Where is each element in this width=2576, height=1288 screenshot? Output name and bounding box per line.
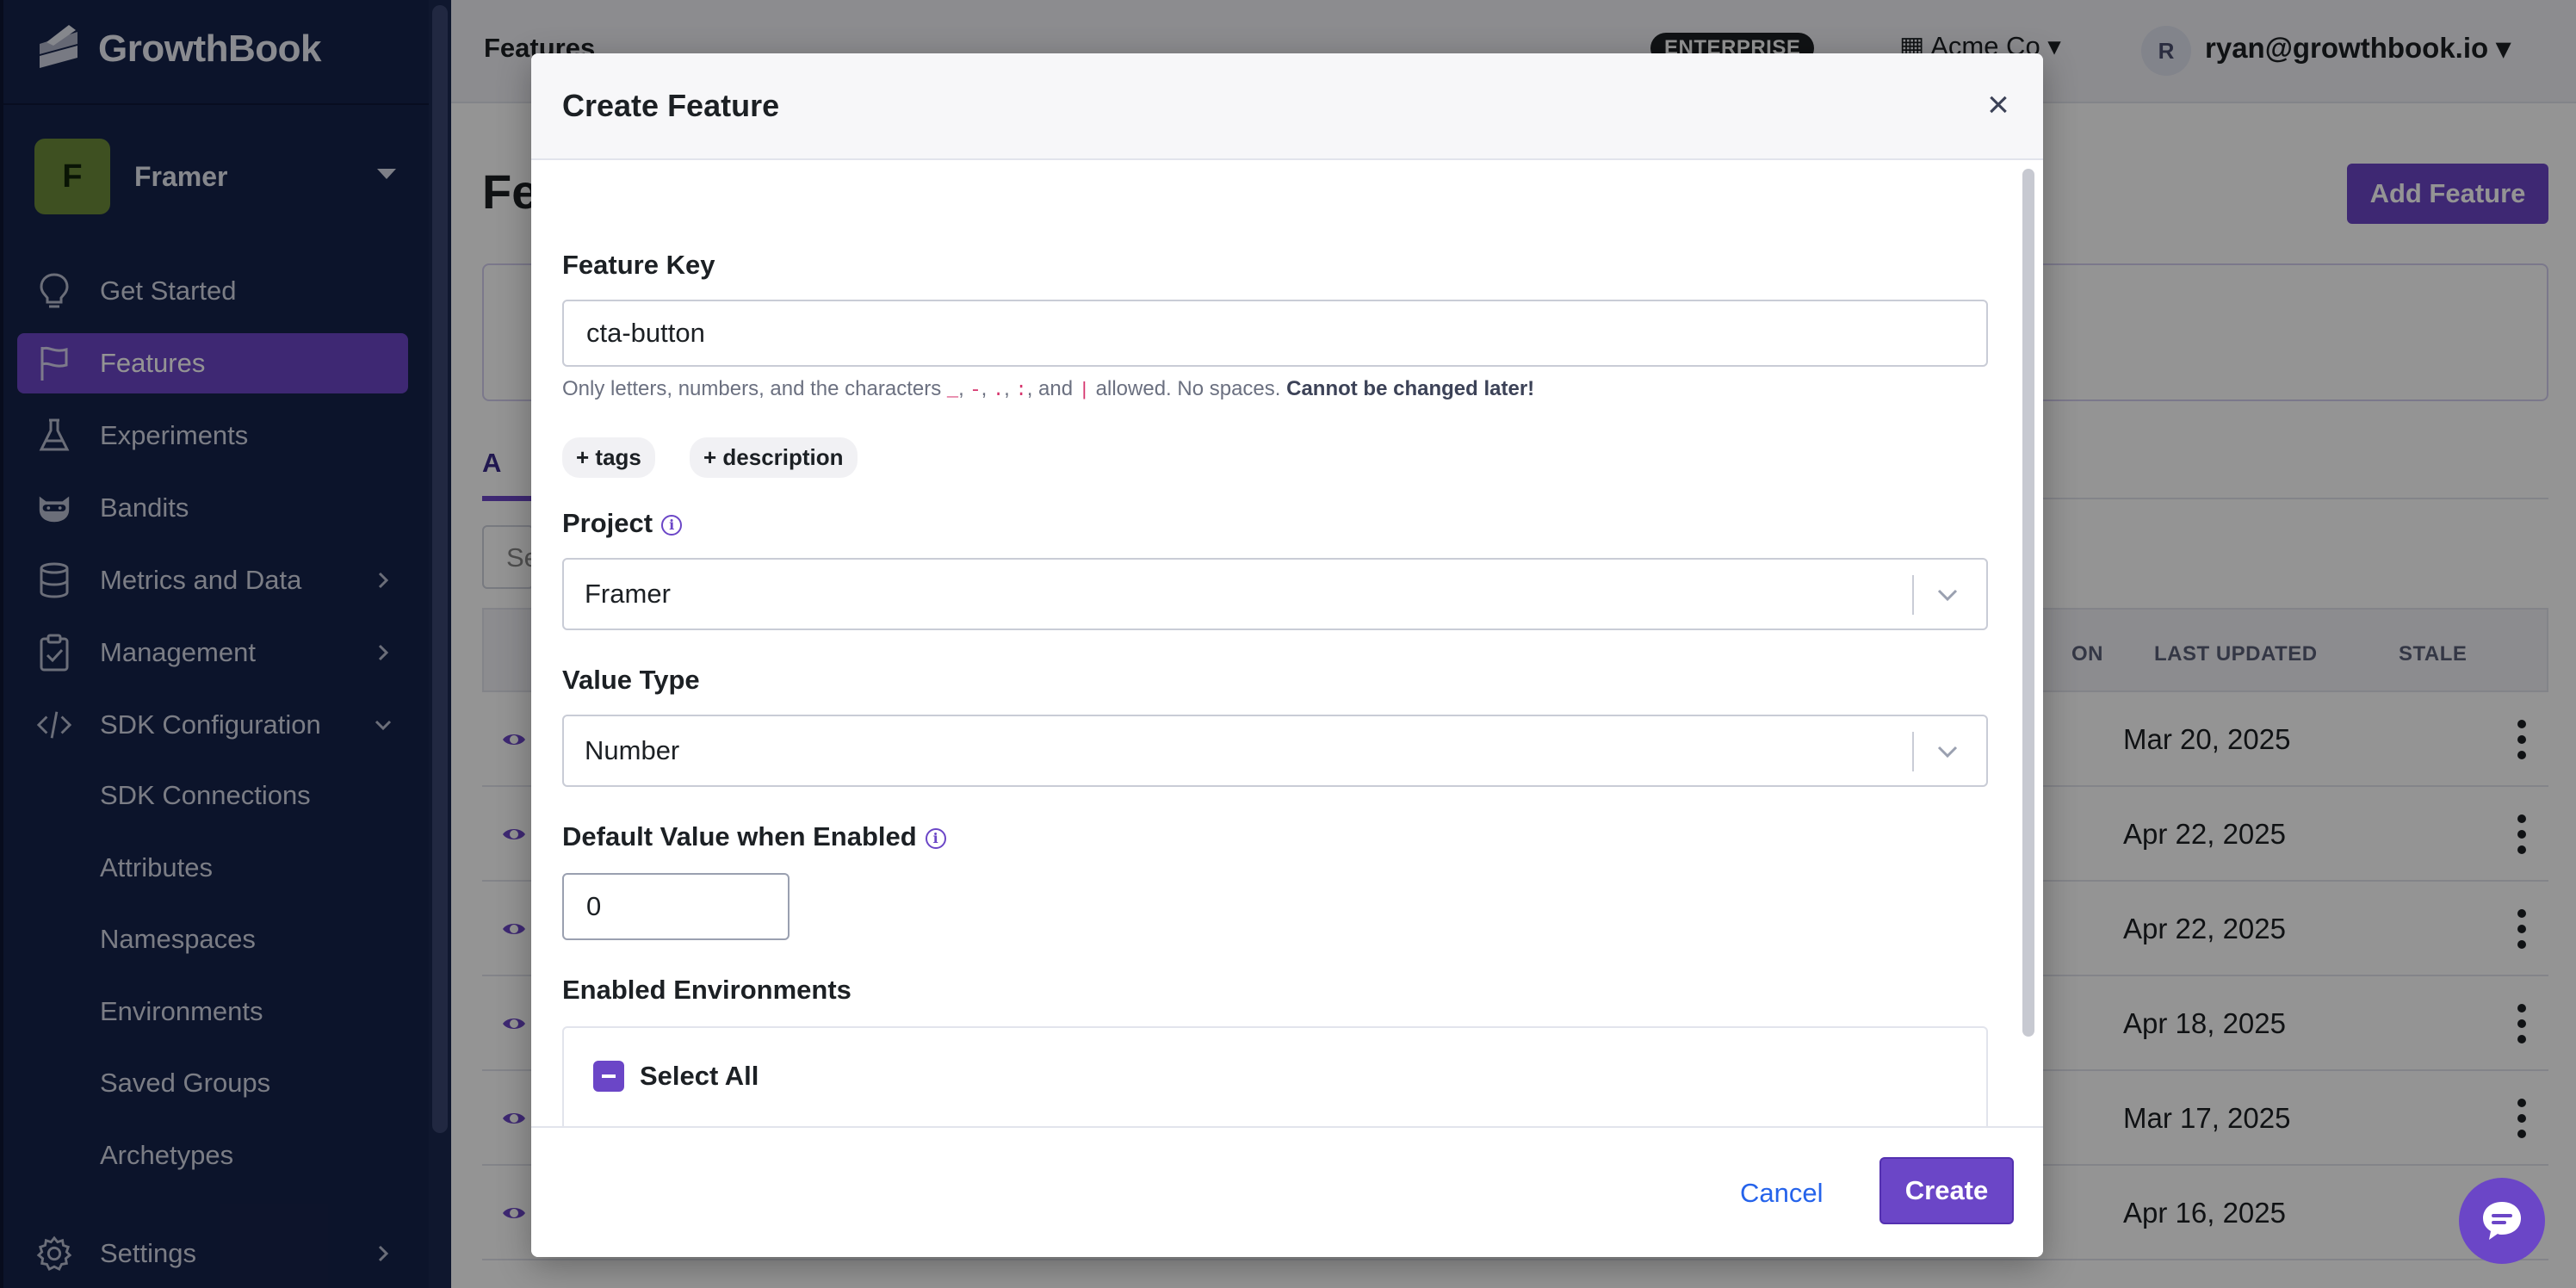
help-and-word: , and: [1026, 377, 1074, 400]
add-tags-link[interactable]: + tags: [562, 437, 655, 478]
help-text-suffix: allowed. No spaces.: [1095, 377, 1281, 400]
project-select[interactable]: Framer: [562, 558, 1988, 630]
project-label: Project i: [562, 508, 683, 539]
allowed-char: :: [1015, 380, 1027, 401]
default-value-input[interactable]: 0: [562, 873, 790, 940]
select-separator: [1912, 732, 1914, 771]
chevron-down-icon: [1937, 589, 1958, 602]
create-button[interactable]: Create: [1879, 1157, 2014, 1224]
info-icon[interactable]: i: [925, 827, 946, 849]
help-text-warning: Cannot be changed later!: [1286, 377, 1535, 400]
value-type-select-value: Number: [585, 735, 680, 765]
allowed-char: -: [969, 380, 981, 401]
enabled-environments-label: Enabled Environments: [562, 975, 851, 1005]
help-text-prefix: Only letters, numbers, and the character…: [562, 377, 942, 400]
select-all-checkbox[interactable]: [593, 1061, 624, 1092]
add-description-link[interactable]: + description: [690, 437, 858, 478]
cancel-button[interactable]: Cancel: [1740, 1178, 1824, 1209]
allowed-char: .: [992, 380, 1005, 401]
create-feature-modal: Create Feature × Feature Key cta-button …: [531, 53, 2043, 1257]
modal-scrollbar[interactable]: [2022, 169, 2034, 1037]
project-label-text: Project: [562, 508, 653, 538]
value-type-select[interactable]: Number: [562, 715, 1988, 787]
default-value-label: Default Value when Enabled i: [562, 821, 946, 852]
info-icon[interactable]: i: [661, 514, 683, 536]
feature-key-input[interactable]: cta-button: [562, 300, 1988, 367]
project-select-value: Framer: [585, 579, 671, 609]
chat-icon: [2483, 1202, 2521, 1240]
allowed-char: |: [1078, 380, 1090, 401]
select-separator: [1912, 575, 1914, 615]
value-type-label: Value Type: [562, 665, 700, 695]
close-icon[interactable]: ×: [1981, 86, 2016, 124]
modal-header: Create Feature ×: [531, 53, 2043, 160]
modal-body: Feature Key cta-button Only letters, num…: [531, 162, 2043, 1180]
chat-support-button[interactable]: [2459, 1178, 2545, 1264]
default-value-label-text: Default Value when Enabled: [562, 821, 917, 851]
chevron-down-icon: [1937, 746, 1958, 759]
feature-key-label: Feature Key: [562, 250, 715, 280]
allowed-char: _: [946, 380, 959, 401]
feature-key-help: Only letters, numbers, and the character…: [562, 377, 1535, 401]
select-all-label: Select All: [640, 1061, 759, 1091]
modal-title: Create Feature: [562, 88, 780, 123]
